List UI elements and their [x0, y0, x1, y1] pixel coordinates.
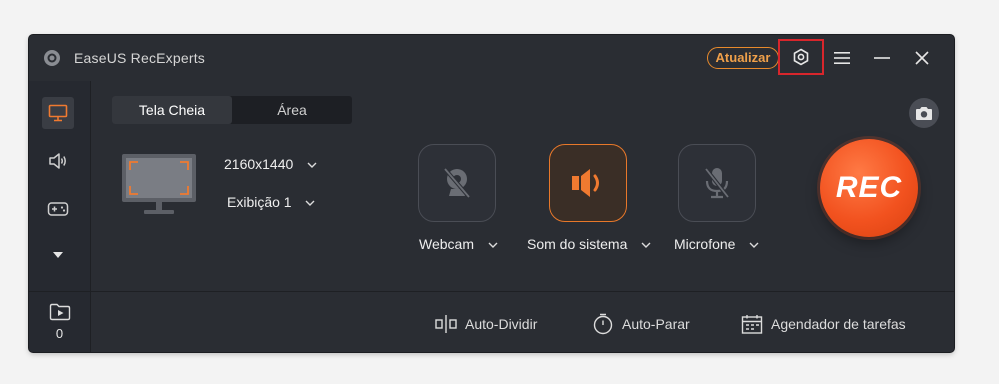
- gamepad-icon: [47, 202, 69, 216]
- webcam-label: Webcam: [419, 236, 474, 252]
- audio-icon: [49, 153, 66, 169]
- triangle-down-icon: [53, 252, 63, 258]
- bottom-divider: [91, 291, 954, 292]
- resolution-select[interactable]: 2160x1440: [224, 156, 317, 172]
- sidebar-item-audio[interactable]: [42, 145, 74, 177]
- settings-button[interactable]: [778, 39, 824, 75]
- chevron-down-icon: [307, 162, 317, 169]
- update-button[interactable]: Atualizar: [707, 47, 779, 69]
- monitor-icon: [48, 104, 68, 122]
- sidebar: 0: [29, 81, 91, 352]
- display-value: Exibição 1: [227, 194, 292, 210]
- chevron-down-icon: [641, 242, 651, 249]
- auto-split-icon: [435, 315, 457, 333]
- sidebar-more-button[interactable]: [42, 239, 74, 271]
- microphone-toggle[interactable]: [678, 144, 756, 222]
- system-sound-toggle[interactable]: [549, 144, 627, 222]
- resolution-value: 2160x1440: [224, 156, 294, 172]
- capture-mode-tabs: Tela Cheia Área: [112, 96, 352, 124]
- webcam-off-icon: [443, 167, 471, 199]
- microphone-select[interactable]: Microfone: [674, 236, 759, 252]
- recordings-count: 0: [55, 326, 64, 341]
- auto-stop-button[interactable]: Auto-Parar: [592, 313, 690, 335]
- close-button[interactable]: [912, 48, 932, 68]
- sidebar-item-game[interactable]: [42, 193, 74, 225]
- camera-icon: [916, 106, 932, 120]
- chevron-down-icon: [488, 242, 498, 249]
- system-sound-select[interactable]: Som do sistema: [527, 236, 651, 252]
- app-title: EaseUS RecExperts: [74, 50, 206, 66]
- chevron-down-icon: [749, 242, 759, 249]
- webcam-toggle[interactable]: [418, 144, 496, 222]
- menu-button[interactable]: [832, 48, 852, 68]
- microphone-off-icon: [704, 167, 730, 199]
- settings-icon: [793, 48, 809, 66]
- microphone-label: Microfone: [674, 236, 736, 252]
- screenshot-button[interactable]: [909, 98, 939, 128]
- title-bar: EaseUS RecExperts Atualizar: [29, 35, 954, 81]
- minimize-icon: [874, 57, 890, 59]
- chevron-down-icon: [305, 200, 315, 207]
- recordings-button[interactable]: 0: [29, 292, 90, 352]
- sidebar-item-screen[interactable]: [42, 97, 74, 129]
- task-scheduler-button[interactable]: Agendador de tarefas: [741, 313, 906, 335]
- auto-split-button[interactable]: Auto-Dividir: [435, 313, 537, 335]
- speaker-icon: [572, 169, 599, 197]
- hamburger-menu-icon: [834, 52, 850, 64]
- auto-stop-label: Auto-Parar: [622, 316, 690, 332]
- video-folder-icon: [49, 303, 71, 321]
- tab-area[interactable]: Área: [232, 96, 352, 124]
- calendar-icon: [741, 315, 763, 334]
- close-icon: [915, 51, 929, 65]
- system-sound-label: Som do sistema: [527, 236, 628, 252]
- app-logo-icon: [44, 50, 60, 66]
- task-scheduler-label: Agendador de tarefas: [771, 316, 906, 332]
- app-window: EaseUS RecExperts Atualizar 0 Tela Cheia…: [29, 35, 954, 352]
- timer-icon: [593, 313, 613, 335]
- record-button[interactable]: REC: [820, 139, 918, 237]
- auto-split-label: Auto-Dividir: [465, 316, 538, 332]
- tab-full-screen[interactable]: Tela Cheia: [112, 96, 232, 124]
- webcam-select[interactable]: Webcam: [419, 236, 498, 252]
- monitor-preview-icon: [122, 154, 196, 214]
- display-select[interactable]: Exibição 1: [227, 194, 315, 210]
- minimize-button[interactable]: [872, 48, 892, 68]
